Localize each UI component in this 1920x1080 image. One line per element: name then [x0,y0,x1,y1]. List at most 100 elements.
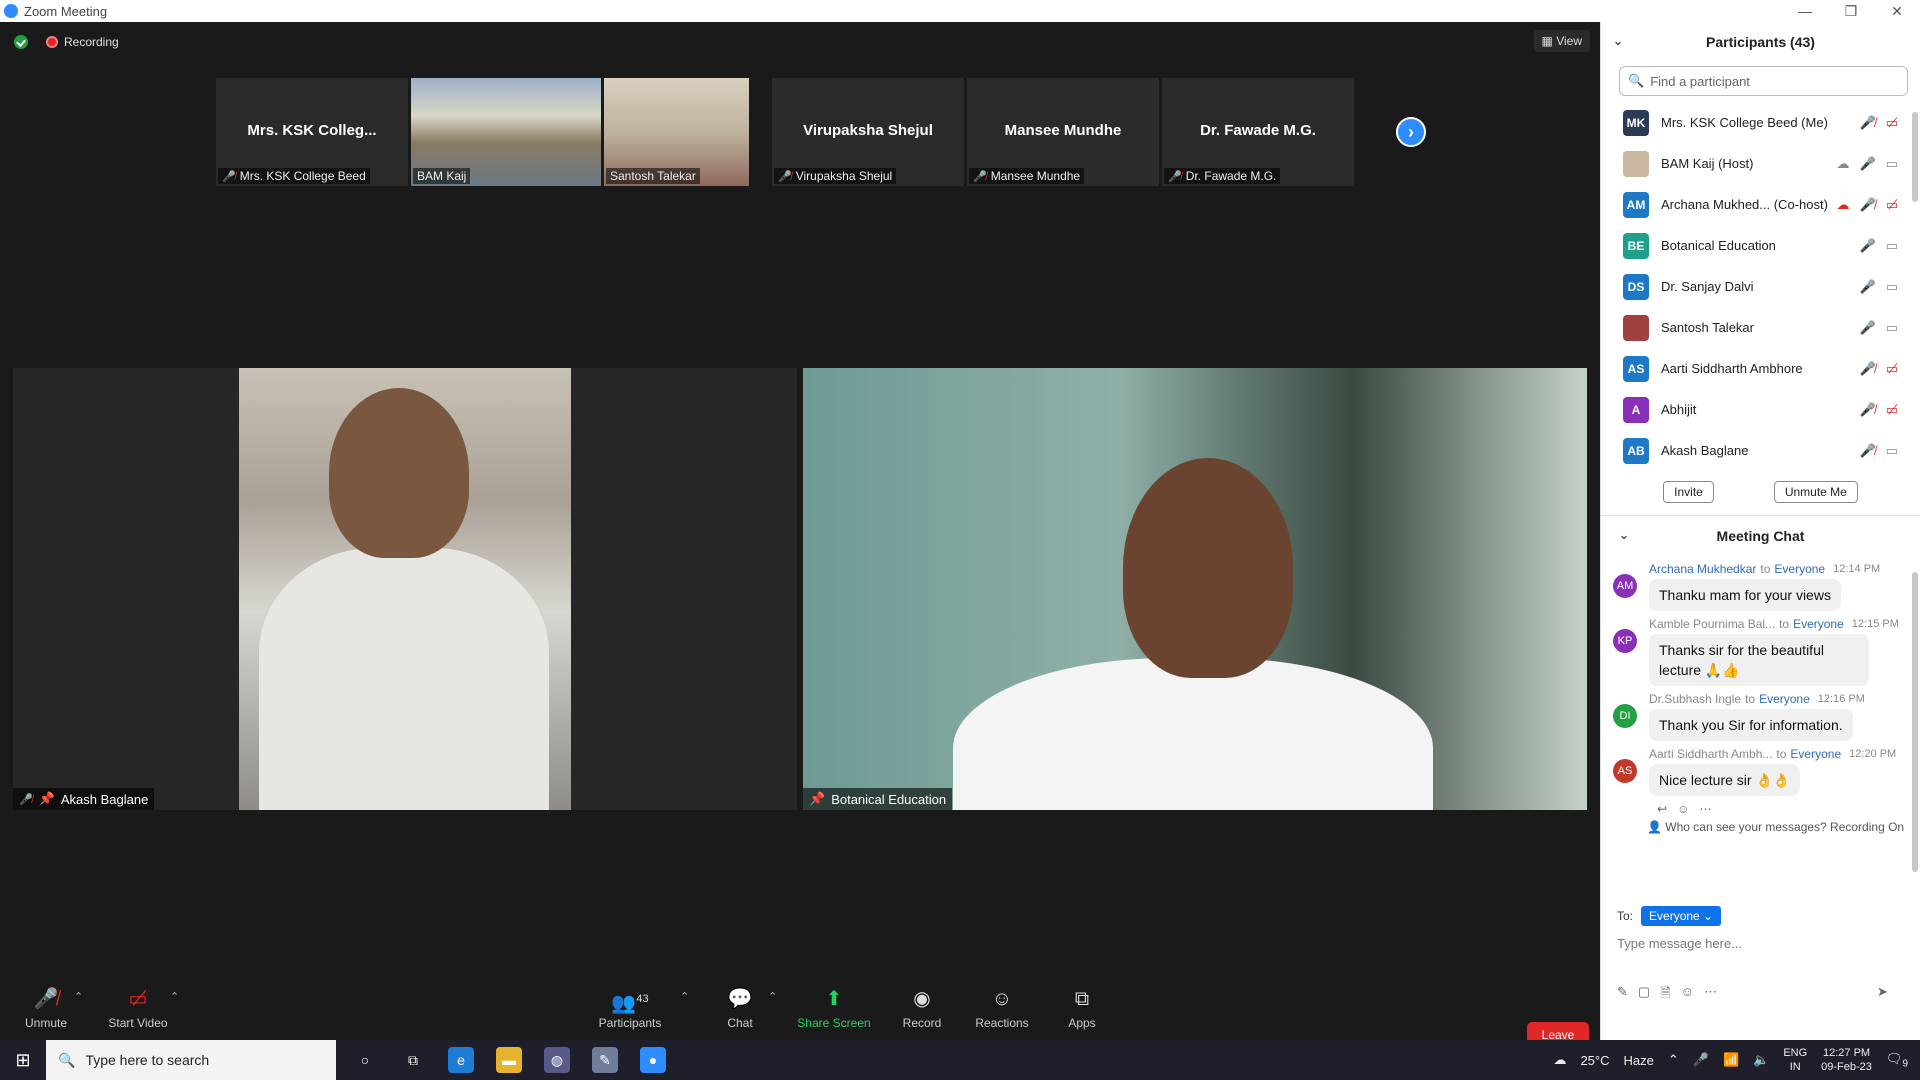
task-view-icon[interactable]: ⧉ [400,1047,426,1073]
participant-item[interactable]: MK Mrs. KSK College Beed (Me) 🎤̸ ▭̸ [1601,102,1920,143]
more-icon[interactable]: ⋯ [1699,802,1711,816]
maximize-button[interactable]: ❐ [1828,3,1874,20]
chat-title: Meeting Chat [1716,528,1805,544]
weather-icon: ☁ [1553,1052,1567,1067]
emoji-icon[interactable]: ☺ [1681,984,1694,1006]
main-video-right[interactable]: 📌 Botanical Education [803,368,1587,810]
message-recipient: Everyone [1759,692,1810,706]
participants-button[interactable]: 👥43 Participants [590,986,670,1030]
zoom-taskbar-icon[interactable]: ● [640,1047,666,1073]
cortana-icon[interactable]: ○ [352,1047,378,1073]
start-video-button[interactable]: ▭̸ Start Video [98,986,178,1030]
view-button[interactable]: ▦ View [1533,30,1590,52]
tray-chevron-icon[interactable]: ⌃ [1668,1052,1679,1068]
unmute-label: Unmute [24,1016,68,1030]
thumbnail-tile[interactable]: Mansee Mundhe 🎤̸ Mansee Mundhe [967,78,1159,186]
search-icon: 🔍 [1628,73,1645,88]
chat-messages: AM Archana Mukhedkar to Everyone 12:14 PM T… [1601,562,1920,892]
reply-icon[interactable]: ↩ [1657,802,1667,816]
volume-icon[interactable]: 🔈 [1753,1052,1769,1068]
app-icon[interactable]: ◍ [544,1047,570,1073]
chat-options-chevron-icon[interactable]: ⌃ [768,990,777,1003]
invite-button[interactable]: Invite [1663,481,1714,503]
thumbnail-tile[interactable]: Dr. Fawade M.G. 🎤̸ Dr. Fawade M.G. [1162,78,1354,186]
next-page-arrow-icon[interactable]: › [1396,117,1426,147]
audio-options-chevron-icon[interactable]: ⌃ [74,990,83,1003]
taskbar-search-input[interactable]: 🔍 Type here to search [46,1040,336,1080]
collapse-chevron-icon[interactable]: ⌄ [1613,34,1623,48]
record-label: Record [902,1016,942,1030]
more-icon[interactable]: ⋯ [1704,984,1717,1006]
taskbar-search-placeholder: Type here to search [85,1052,210,1068]
security-shield-icon[interactable] [14,35,28,49]
unmute-me-button[interactable]: Unmute Me [1773,481,1858,503]
participant-item[interactable]: BAM Kaij (Host) ☁ 🎤 ▭ [1601,143,1920,184]
participant-item[interactable]: AS Aarti Siddharth Ambhore 🎤̸ ▭̸ [1601,348,1920,389]
chat-message[interactable]: AM Archana Mukhedkar to Everyone 12:14 PM T… [1609,562,1920,611]
share-screen-button[interactable]: ⬆ Share Screen [794,986,874,1030]
taskbar-apps: ○ ⧉ e ▬ ◍ ✎ ● [352,1047,666,1073]
participant-item[interactable]: DS Dr. Sanjay Dalvi 🎤 ▭ [1601,266,1920,307]
participant-search-input[interactable]: 🔍 Find a participant [1619,66,1908,96]
mic-icon[interactable]: 🎤 [1693,1052,1709,1068]
participants-title: Participants (43) [1706,34,1815,50]
format-icon[interactable]: ✎ [1617,984,1628,1006]
mic-muted-icon: 🎤̸ [1168,170,1182,183]
chat-message[interactable]: DI Dr.Subhash Ingle to Everyone 12:16 PM Th… [1609,692,1920,741]
system-tray: ☁ 25°C Haze ⌃ 🎤 📶 🔈 ENG IN 12:27 PM 09-Feb… [1553,1046,1920,1074]
thumbnail-tile[interactable]: Santosh Talekar [604,78,749,186]
screenshot-icon[interactable]: ▢ [1638,984,1650,1006]
recipient-dropdown[interactable]: Everyone ⌄ [1641,906,1722,926]
thumbnail-tile[interactable]: Mrs. KSK Colleg... 🎤̸ Mrs. KSK College Be… [216,78,408,186]
thumbnail-tile[interactable]: Virupaksha Shejul 🎤̸ Virupaksha Shejul [772,78,964,186]
thumbnail-name: Mansee Mundhe [1004,122,1122,139]
chat-message[interactable]: AS Aarti Siddharth Ambh... to Everyone 12:2… [1609,747,1920,796]
participant-status-icons: 🎤̸ ▭̸ [1860,361,1898,377]
main-video-left[interactable]: 🎤̸ 📌 Akash Baglane [13,368,797,810]
participant-item[interactable]: AB Akash Baglane 🎤̸ ▭ [1601,430,1920,471]
participant-item[interactable]: AM Archana Mukhed... (Co-host) ☁ 🎤̸ ▭̸ [1601,184,1920,225]
file-explorer-icon[interactable]: ▬ [496,1047,522,1073]
participants-scrollbar[interactable] [1912,112,1918,202]
message-text: Nice lecture sir 👌👌 [1649,764,1801,796]
file-icon[interactable]: 🗎 [1660,984,1670,1006]
collapse-chevron-icon[interactable]: ⌄ [1619,528,1629,542]
video-options-chevron-icon[interactable]: ⌃ [170,990,179,1003]
record-button[interactable]: ◉ Record [882,986,962,1030]
message-input[interactable]: Type message here... [1601,936,1920,976]
chat-scrollbar[interactable] [1912,572,1918,872]
view-label: View [1556,34,1582,48]
avatar: MK [1623,109,1649,136]
minimize-button[interactable]: — [1782,3,1828,20]
close-button[interactable]: ✕ [1874,3,1920,20]
paint-icon[interactable]: ✎ [592,1047,618,1073]
avatar: BE [1623,232,1649,259]
windows-start-icon[interactable]: ⊞ [0,1050,46,1071]
language-indicator[interactable]: ENG IN [1783,1046,1807,1074]
recording-indicator[interactable]: Recording [46,35,119,49]
send-icon[interactable]: ➤ [1877,984,1888,1006]
participant-item[interactable]: Santosh Talekar 🎤 ▭ [1601,307,1920,348]
edge-icon[interactable]: e [448,1047,474,1073]
notification-icon[interactable]: 🗨9 [1886,1051,1908,1070]
thumbnail-tile[interactable]: BAM Kaij [411,78,601,186]
participant-item[interactable]: A Abhijit 🎤̸ ▭̸ [1601,389,1920,430]
participant-item[interactable]: BE Botanical Education 🎤 ▭ [1601,225,1920,266]
message-to-word: to [1776,747,1787,761]
participant-name: Santosh Talekar [1661,320,1754,335]
message-time: 12:16 PM [1817,693,1865,705]
emoji-react-icon[interactable]: ☺ [1677,802,1689,816]
participants-options-chevron-icon[interactable]: ⌃ [680,990,689,1003]
wifi-icon[interactable]: 📶 [1723,1052,1739,1068]
chat-message[interactable]: KP Kamble Pournima Bal... to Everyone 12:15… [1609,617,1920,686]
reactions-button[interactable]: ☺ Reactions [962,986,1042,1030]
privacy-notice[interactable]: 👤 Who can see your messages? Recording O… [1609,820,1920,834]
title-bar: Zoom Meeting — ❐ ✕ [0,0,1920,22]
mic-muted-icon: 🎤̸ [973,170,987,183]
participant-name: Aarti Siddharth Ambhore [1661,361,1803,376]
apps-icon: ⧉ [1074,988,1090,1010]
thumbnail-label: 🎤̸ Mrs. KSK College Beed [218,168,370,184]
apps-button[interactable]: ⧉ Apps [1042,986,1122,1030]
thumbnail-label: Santosh Talekar [606,168,700,184]
clock[interactable]: 12:27 PM 09-Feb-23 [1821,1046,1872,1074]
